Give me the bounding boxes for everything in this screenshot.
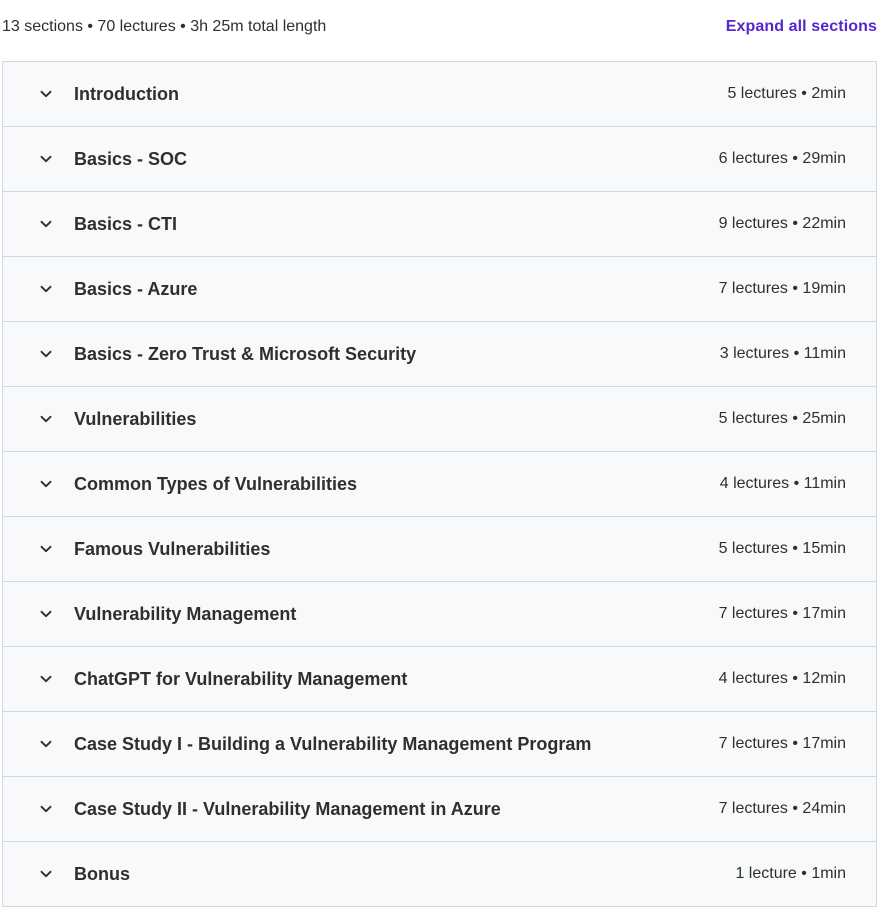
chevron-down-icon xyxy=(39,477,53,491)
section-title: Basics - Zero Trust & Microsoft Security xyxy=(74,343,417,364)
curriculum-summary: 13 sections • 70 lectures • 3h 25m total… xyxy=(2,18,327,35)
section-title: Common Types of Vulnerabilities xyxy=(74,473,358,494)
section-lecture-info: 7 lectures • 19min xyxy=(718,280,846,297)
section-title: Basics - CTI xyxy=(74,213,178,234)
section-row[interactable]: Case Study II - Vulnerability Management… xyxy=(3,777,876,842)
section-row[interactable]: Vulnerabilities 5 lectures • 25min xyxy=(3,387,876,452)
section-lecture-info: 7 lectures • 17min xyxy=(718,605,846,622)
section-title: ChatGPT for Vulnerability Management xyxy=(74,668,408,689)
chevron-down-icon xyxy=(39,152,53,166)
expand-all-sections-button[interactable]: Expand all sections xyxy=(726,18,877,36)
section-title: Basics - Azure xyxy=(74,278,198,299)
chevron-down-icon xyxy=(39,412,53,426)
chevron-down-icon xyxy=(39,217,53,231)
section-row[interactable]: Basics - Azure 7 lectures • 19min xyxy=(3,257,876,322)
section-lecture-info: 5 lectures • 25min xyxy=(718,410,846,427)
section-lecture-info: 9 lectures • 22min xyxy=(718,215,846,232)
section-lecture-info: 7 lectures • 24min xyxy=(718,800,846,817)
section-title: Bonus xyxy=(74,863,130,884)
section-title: Introduction xyxy=(74,83,179,104)
section-lecture-info: 3 lectures • 11min xyxy=(719,345,846,362)
chevron-down-icon xyxy=(39,672,53,686)
section-title: Vulnerabilities xyxy=(74,408,197,429)
section-lecture-info: 7 lectures • 17min xyxy=(718,735,846,752)
chevron-down-icon xyxy=(39,282,53,296)
section-list: Introduction 5 lectures • 2min Basics - … xyxy=(2,61,877,907)
section-title: Basics - SOC xyxy=(74,148,188,169)
section-title: Famous Vulnerabilities xyxy=(74,538,271,559)
chevron-down-icon xyxy=(39,542,53,556)
section-lecture-info: 4 lectures • 11min xyxy=(719,475,846,492)
section-row[interactable]: Vulnerability Management 7 lectures • 17… xyxy=(3,582,876,647)
chevron-down-icon xyxy=(39,87,53,101)
section-lecture-info: 5 lectures • 15min xyxy=(718,540,846,557)
chevron-down-icon xyxy=(39,867,53,881)
section-lecture-info: 6 lectures • 29min xyxy=(718,150,846,167)
section-row[interactable]: Basics - SOC 6 lectures • 29min xyxy=(3,127,876,192)
section-row[interactable]: Case Study I - Building a Vulnerability … xyxy=(3,712,876,777)
section-lecture-info: 4 lectures • 12min xyxy=(718,670,846,687)
section-row[interactable]: Bonus 1 lecture • 1min xyxy=(3,842,876,907)
chevron-down-icon xyxy=(39,347,53,361)
section-row[interactable]: Famous Vulnerabilities 5 lectures • 15mi… xyxy=(3,517,876,582)
section-title: Case Study I - Building a Vulnerability … xyxy=(74,733,592,754)
section-row[interactable]: ChatGPT for Vulnerability Management 4 l… xyxy=(3,647,876,712)
chevron-down-icon xyxy=(39,802,53,816)
chevron-down-icon xyxy=(39,607,53,621)
section-title: Vulnerability Management xyxy=(74,603,297,624)
section-row[interactable]: Introduction 5 lectures • 2min xyxy=(3,62,876,127)
section-lecture-info: 5 lectures • 2min xyxy=(727,85,846,102)
curriculum-summary-bar: 13 sections • 70 lectures • 3h 25m total… xyxy=(0,0,879,62)
chevron-down-icon xyxy=(39,737,53,751)
section-row[interactable]: Common Types of Vulnerabilities 4 lectur… xyxy=(3,452,876,517)
section-row[interactable]: Basics - CTI 9 lectures • 22min xyxy=(3,192,876,257)
section-title: Case Study II - Vulnerability Management… xyxy=(74,798,501,819)
section-lecture-info: 1 lecture • 1min xyxy=(735,865,846,882)
section-row[interactable]: Basics - Zero Trust & Microsoft Security… xyxy=(3,322,876,387)
